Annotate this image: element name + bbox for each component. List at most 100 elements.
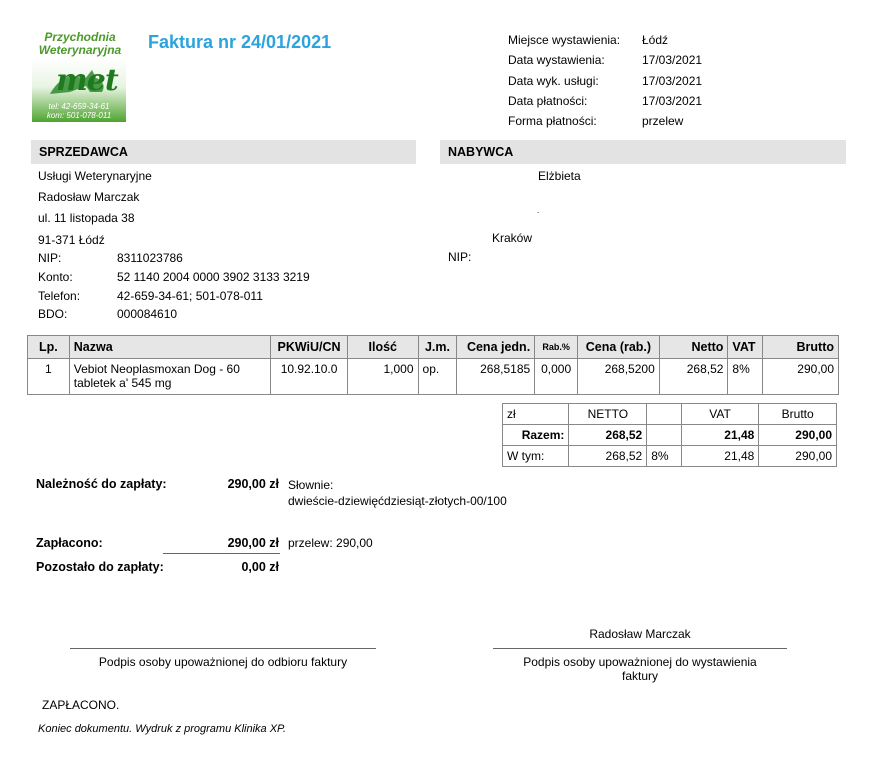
logo-title: Przychodnia Weterynaryjna xyxy=(32,31,128,57)
summary-wtym-brutto: 290,00 xyxy=(758,445,837,467)
items-table: Lp. Nazwa PKWiU/CN Ilość J.m. Cena jedn.… xyxy=(27,335,839,395)
cell-disc-price: 268,5200 xyxy=(577,358,660,395)
header-info: Miejsce wystawienia: Łódź Data wystawien… xyxy=(508,30,702,131)
field-label: Telefon: xyxy=(38,289,81,303)
items-header-row: Lp. Nazwa PKWiU/CN Ilość J.m. Cena jedn.… xyxy=(27,335,839,359)
issuer-caption: Podpis osoby upoważnionej do wystawienia… xyxy=(493,655,787,683)
seller-phone: Telefon: 42-659-34-61; 501-078-011 xyxy=(38,289,263,303)
col-header: Lp. xyxy=(27,335,70,359)
col-header: Ilość xyxy=(347,335,419,359)
cell-unit-price: 268,5185 xyxy=(456,358,536,395)
logo-kom: kom: 501-078-011 xyxy=(46,111,112,120)
issuer-signature-line xyxy=(493,648,787,649)
field-label: BDO: xyxy=(38,307,68,321)
summary-razem-netto: 268,52 xyxy=(568,424,648,446)
col-header: Cena (rab.) xyxy=(577,335,660,359)
paid-label: Zapłacono: xyxy=(36,536,103,550)
summary-razem-label: Razem: xyxy=(501,424,570,446)
end-note: Koniec dokumentu. Wydruk z programu Klin… xyxy=(38,723,287,735)
col-header: Nazwa xyxy=(68,335,272,359)
col-header: J.m. xyxy=(417,335,458,359)
cell-discount: 0,000 xyxy=(534,358,579,395)
cell-vat: 8% xyxy=(727,358,764,395)
logo-tel: tel: 42-659-34-61 xyxy=(48,102,110,111)
buyer-nip-label: NIP: xyxy=(448,250,472,264)
summary-razem-vat: 21,48 xyxy=(680,424,760,446)
col-header: Netto xyxy=(658,335,729,359)
buyer-dot: . xyxy=(537,206,540,215)
logo-mark: met xyxy=(56,63,119,98)
summary-empty-cell xyxy=(646,403,682,425)
seller-owner: Radosław Marczak xyxy=(38,190,140,204)
summary-header-row: zł NETTO VAT Brutto xyxy=(501,403,837,425)
field-value: 8311023786 xyxy=(117,251,183,265)
seller-name: Usługi Weterynaryjne xyxy=(38,169,152,183)
info-value: Łódź xyxy=(642,33,669,47)
seller-city: 91-371 Łódź xyxy=(38,233,105,247)
issuer-caption-line1: Podpis osoby upoważnionej do wystawienia xyxy=(523,655,757,669)
summary-vat-header: VAT xyxy=(680,403,760,425)
info-value: przelew xyxy=(642,114,684,129)
field-value: 52 1140 2004 0000 3902 3133 3219 xyxy=(117,270,310,284)
col-header: Brutto xyxy=(762,335,839,359)
amount-in-words: dwieście-dziewięćdziesiąt-złotych-00/100 xyxy=(288,494,507,508)
info-label: Data wystawienia: xyxy=(508,53,605,68)
summary-wtym-label: W tym: xyxy=(501,445,570,467)
issuer-name: Radosław Marczak xyxy=(589,627,691,641)
col-header: Rab.% xyxy=(534,335,579,359)
seller-street: ul. 11 listopada 38 xyxy=(38,211,135,225)
info-value: 17/03/2021 xyxy=(642,73,703,88)
receiver-signature-line xyxy=(70,648,376,649)
due-label: Należność do zapłaty: xyxy=(36,477,167,491)
buyer-name: Elżbieta xyxy=(538,169,581,183)
buyer-heading: NABYWCA xyxy=(440,140,846,164)
cell-name: Vebiot Neoplasmoxan Dog - 60 tabletek a'… xyxy=(68,358,272,395)
total-divider xyxy=(163,553,280,554)
seller-heading: SPRZEDAWCA xyxy=(31,140,416,164)
cell-lp: 1 xyxy=(27,358,70,395)
info-label: Data płatności: xyxy=(508,93,588,108)
summary-breakdown-row: W tym: 268,52 8% 21,48 290,00 xyxy=(501,445,837,467)
remaining-label: Pozostało do zapłaty: xyxy=(36,560,164,574)
words-label: Słownie: xyxy=(288,478,334,492)
summary-razem-brutto: 290,00 xyxy=(758,424,837,446)
receiver-caption: Podpis osoby upoważnionej do odbioru fak… xyxy=(98,655,348,669)
summary-brutto-header: Brutto xyxy=(758,403,837,425)
summary-wtym-rate: 8% xyxy=(646,445,682,467)
info-label: Miejsce wystawienia: xyxy=(508,33,621,47)
info-row: Data wystawienia: 17/03/2021 xyxy=(508,50,702,70)
summary-table: zł NETTO VAT Brutto Razem: 268,52 21,48 … xyxy=(501,403,837,467)
cell-qty: 1,000 xyxy=(347,358,419,395)
buyer-city: Kraków xyxy=(492,231,533,245)
info-label: Forma płatności: xyxy=(508,114,597,129)
paid-amount: 290,00 zł xyxy=(227,536,279,550)
paid-stamp: ZAPŁACONO. xyxy=(42,698,120,712)
info-value: 17/03/2021 xyxy=(642,93,703,108)
info-value: 17/03/2021 xyxy=(642,53,703,68)
info-row: Data płatności: 17/03/2021 xyxy=(508,91,702,111)
info-row: Miejsce wystawienia: Łódź xyxy=(508,30,702,50)
summary-empty-cell xyxy=(646,424,682,446)
paid-method: przelew: 290,00 xyxy=(288,536,373,550)
invoice-title: Faktura nr 24/01/2021 xyxy=(148,32,332,52)
info-label: Data wyk. usługi: xyxy=(508,73,599,88)
issuer-caption-line2: faktury xyxy=(621,669,658,683)
summary-netto-header: NETTO xyxy=(568,403,648,425)
seller-bdo: BDO: 000084610 xyxy=(38,307,177,321)
seller-nip: NIP: 8311023786 xyxy=(38,251,183,265)
seller-account: Konto: 52 1140 2004 0000 3902 3133 3219 xyxy=(38,270,310,284)
summary-total-row: Razem: 268,52 21,48 290,00 xyxy=(501,424,837,446)
table-row: 1 Vebiot Neoplasmoxan Dog - 60 tabletek … xyxy=(27,358,839,395)
logo-line2: Weterynaryjna xyxy=(38,43,122,57)
cell-pkwiu: 10.92.10.0 xyxy=(270,358,349,395)
field-value: 000084610 xyxy=(117,307,178,321)
col-header: VAT xyxy=(727,335,764,359)
field-value: 42-659-34-61; 501-078-011 xyxy=(117,289,263,303)
due-amount: 290,00 zł xyxy=(227,477,279,491)
summary-currency: zł xyxy=(501,403,570,425)
cell-netto: 268,52 xyxy=(658,358,729,395)
field-label: NIP: xyxy=(38,251,62,265)
cell-brutto: 290,00 xyxy=(762,358,839,395)
field-label: Konto: xyxy=(38,270,73,284)
info-row: Forma płatności: przelew xyxy=(508,111,702,131)
